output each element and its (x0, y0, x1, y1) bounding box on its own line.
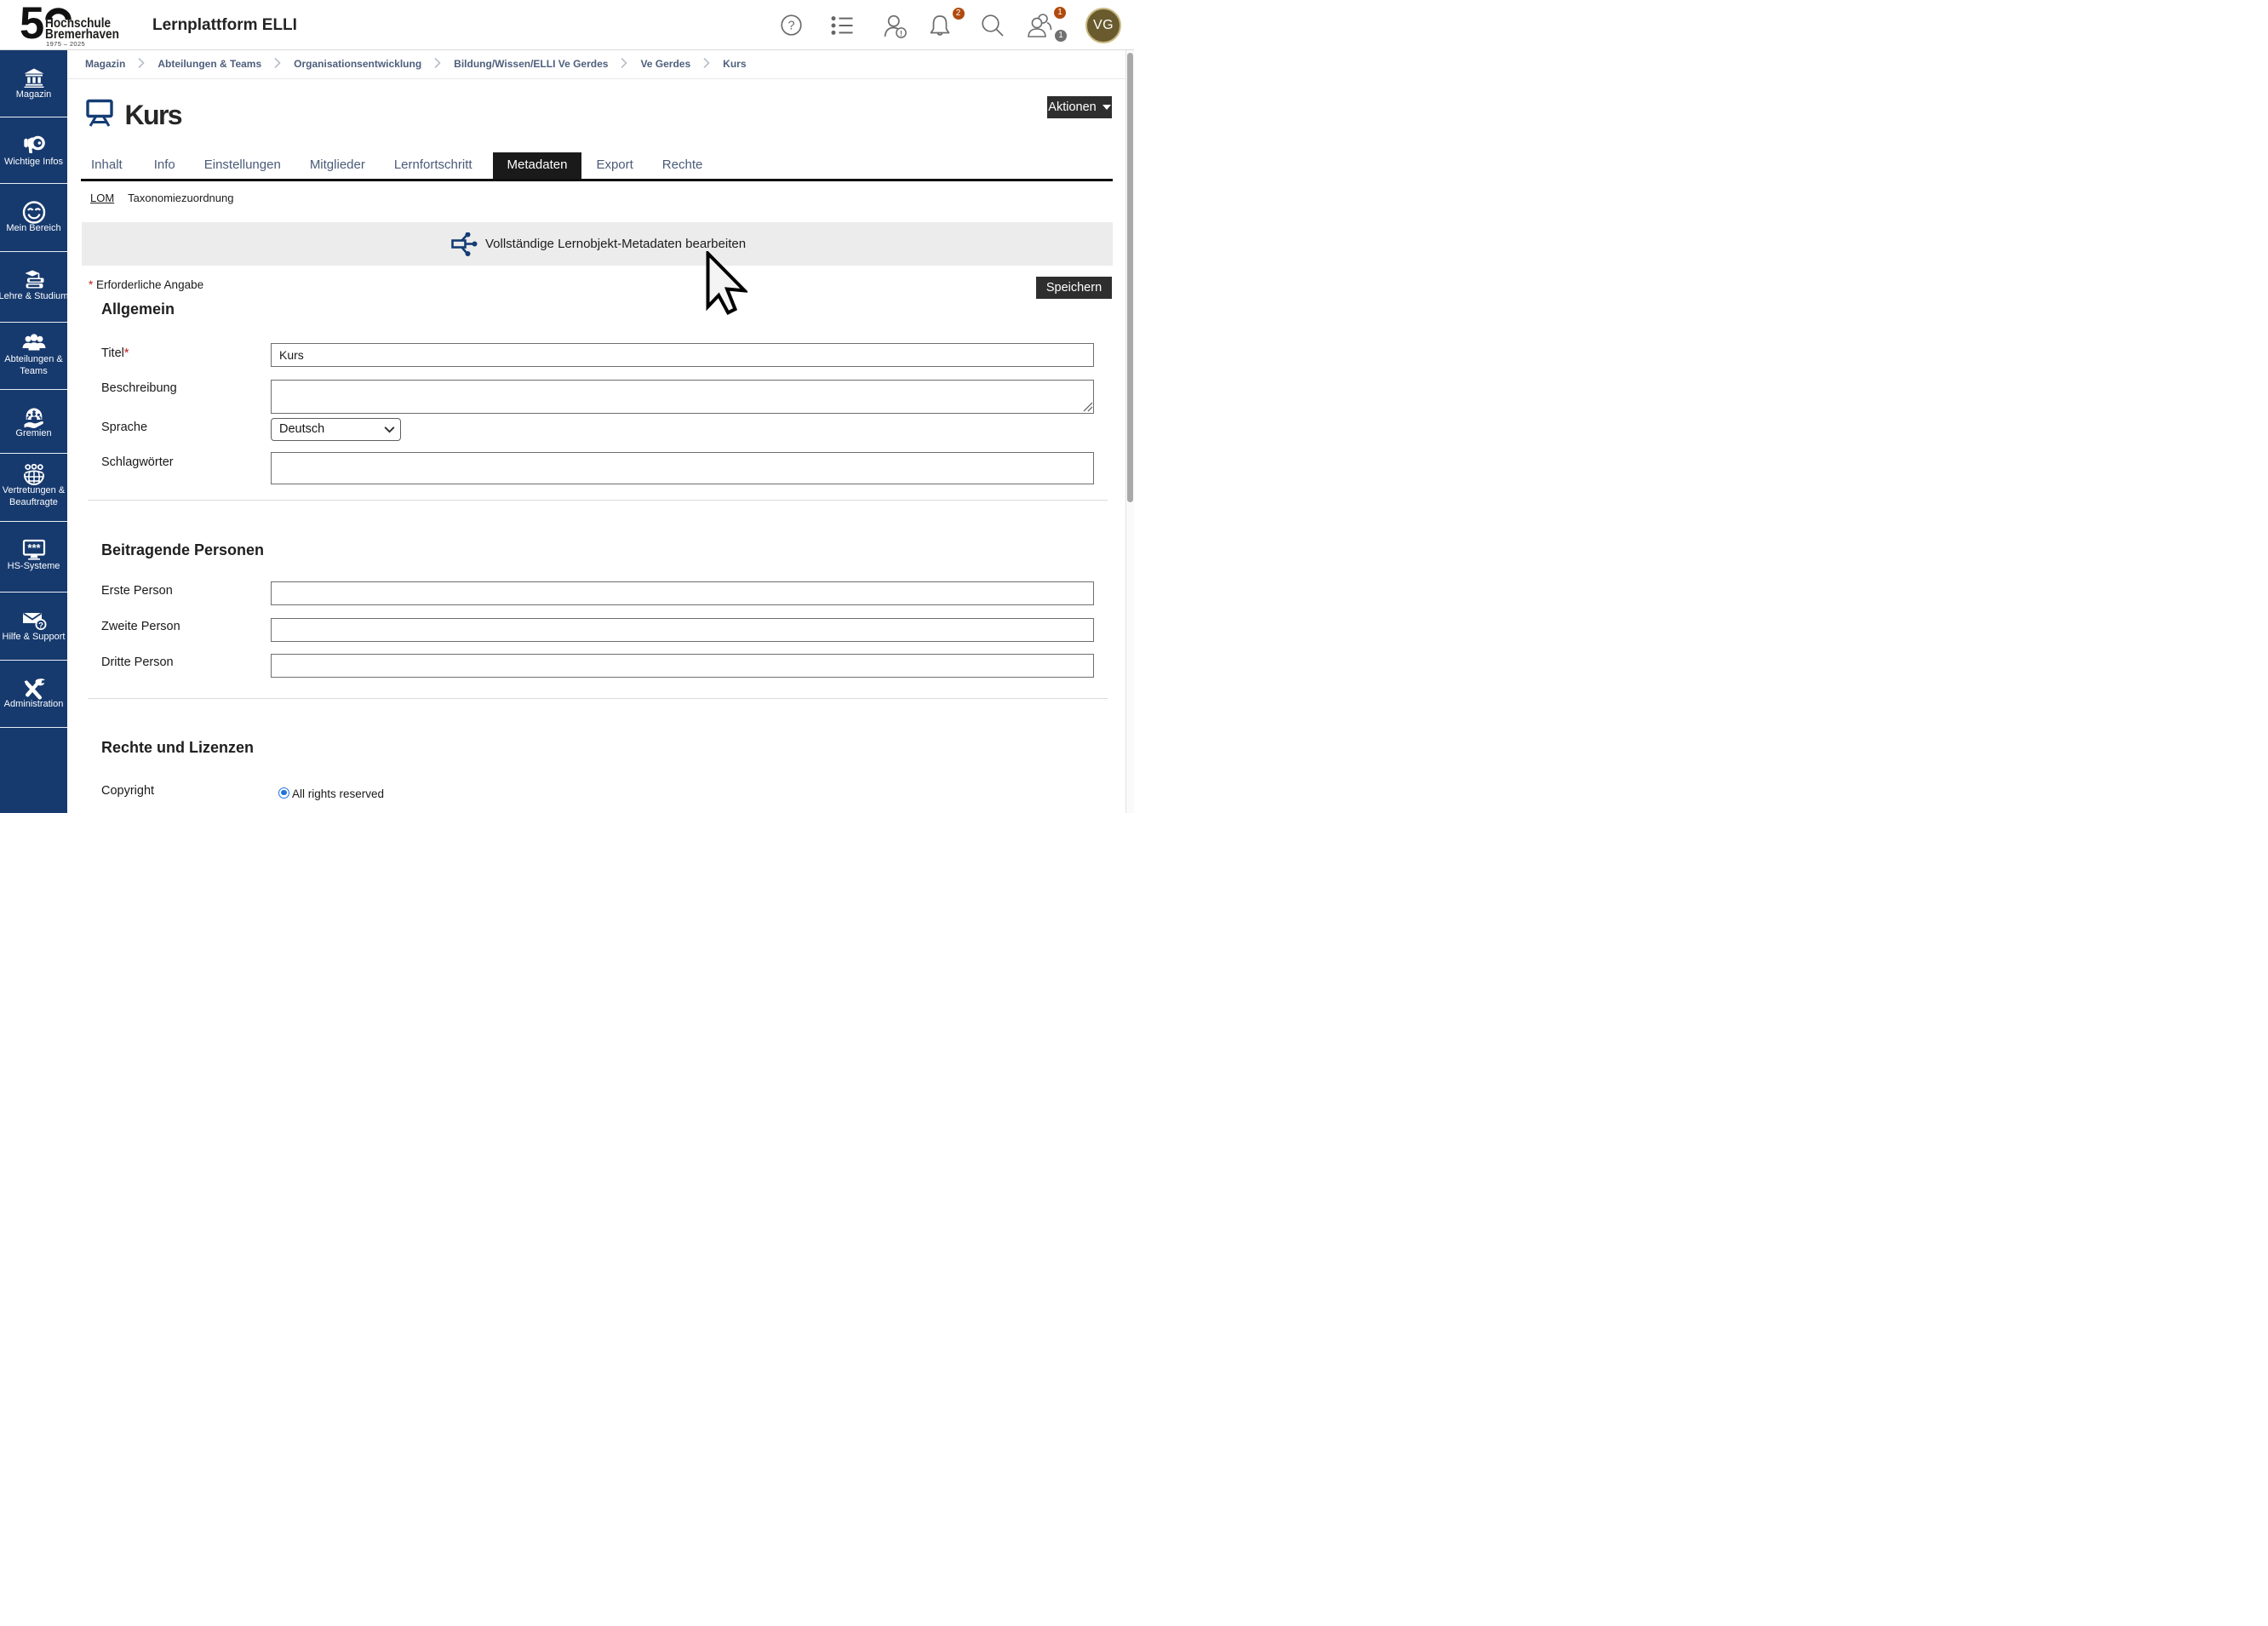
svg-text:?: ? (38, 621, 43, 630)
svg-text:?: ? (788, 20, 794, 33)
svg-text:***: *** (27, 541, 41, 554)
svg-text:!: ! (900, 29, 902, 38)
